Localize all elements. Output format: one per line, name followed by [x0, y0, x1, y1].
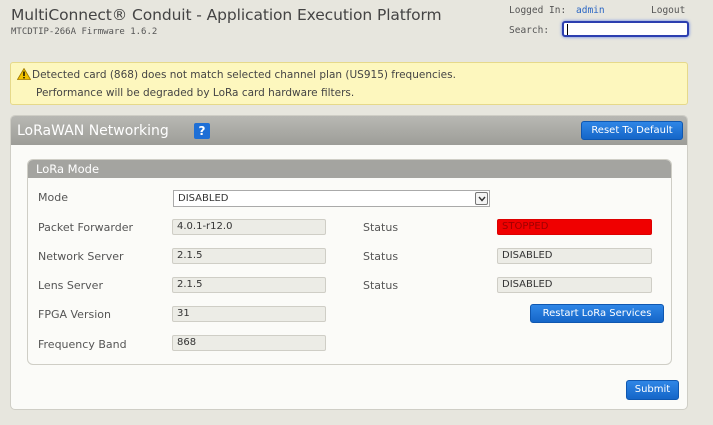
warning-message-line2: Performance will be degraded by LoRa car…	[36, 87, 355, 99]
mode-select-value: DISABLED	[178, 193, 229, 204]
reset-to-default-button[interactable]: Reset To Default	[581, 121, 683, 140]
restart-lora-services-button[interactable]: Restart LoRa Services	[530, 304, 664, 323]
frequency-band-label: Frequency Band	[38, 338, 127, 351]
warning-triangle-icon	[17, 68, 31, 80]
warning-message-line1: Detected card (868) does not match selec…	[32, 69, 456, 81]
search-input[interactable]	[562, 21, 689, 37]
packet-forwarder-status-label: Status	[363, 221, 399, 234]
lens-server-status-label: Status	[363, 279, 399, 292]
lorawan-panel: LoRaWAN Networking ? Reset To Default Lo…	[10, 115, 688, 410]
logged-in-label: Logged In:	[509, 5, 567, 16]
search-label: Search:	[509, 25, 550, 36]
network-server-version: 2.1.5	[172, 248, 326, 264]
help-icon[interactable]: ?	[194, 123, 210, 139]
lora-mode-title: LoRa Mode	[36, 162, 100, 176]
mode-label: Mode	[38, 191, 68, 204]
warning-banner: Detected card (868) does not match selec…	[10, 62, 688, 105]
network-server-label: Network Server	[38, 250, 124, 263]
fpga-version-value: 31	[172, 306, 326, 322]
lens-server-label: Lens Server	[38, 279, 103, 292]
chevron-down-icon[interactable]	[475, 192, 488, 205]
fpga-version-label: FPGA Version	[38, 308, 111, 321]
frequency-band-value: 868	[172, 335, 326, 351]
logged-in-user-link[interactable]: admin	[576, 5, 605, 16]
lora-mode-section: LoRa Mode Mode DISABLED Packet Forwarder…	[27, 159, 672, 365]
panel-title: LoRaWAN Networking	[17, 123, 169, 139]
lora-mode-header: LoRa Mode	[28, 160, 671, 178]
app-title: MultiConnect® Conduit - Application Exec…	[11, 6, 442, 24]
lens-server-status: DISABLED	[497, 277, 652, 293]
logout-link[interactable]: Logout	[651, 5, 685, 16]
device-firmware-info: MTCDTIP-266A Firmware 1.6.2	[11, 27, 158, 37]
lens-server-version: 2.1.5	[172, 277, 326, 293]
network-server-status-label: Status	[363, 250, 399, 263]
submit-button[interactable]: Submit	[626, 380, 679, 400]
packet-forwarder-status: STOPPED	[497, 219, 652, 235]
packet-forwarder-version: 4.0.1-r12.0	[172, 219, 326, 235]
text-cursor	[567, 24, 568, 35]
packet-forwarder-label: Packet Forwarder	[38, 221, 134, 234]
network-server-status: DISABLED	[497, 248, 652, 264]
panel-header: LoRaWAN Networking ? Reset To Default	[11, 116, 687, 145]
mode-select[interactable]: DISABLED	[173, 190, 490, 207]
app-header: MultiConnect® Conduit - Application Exec…	[0, 0, 713, 50]
